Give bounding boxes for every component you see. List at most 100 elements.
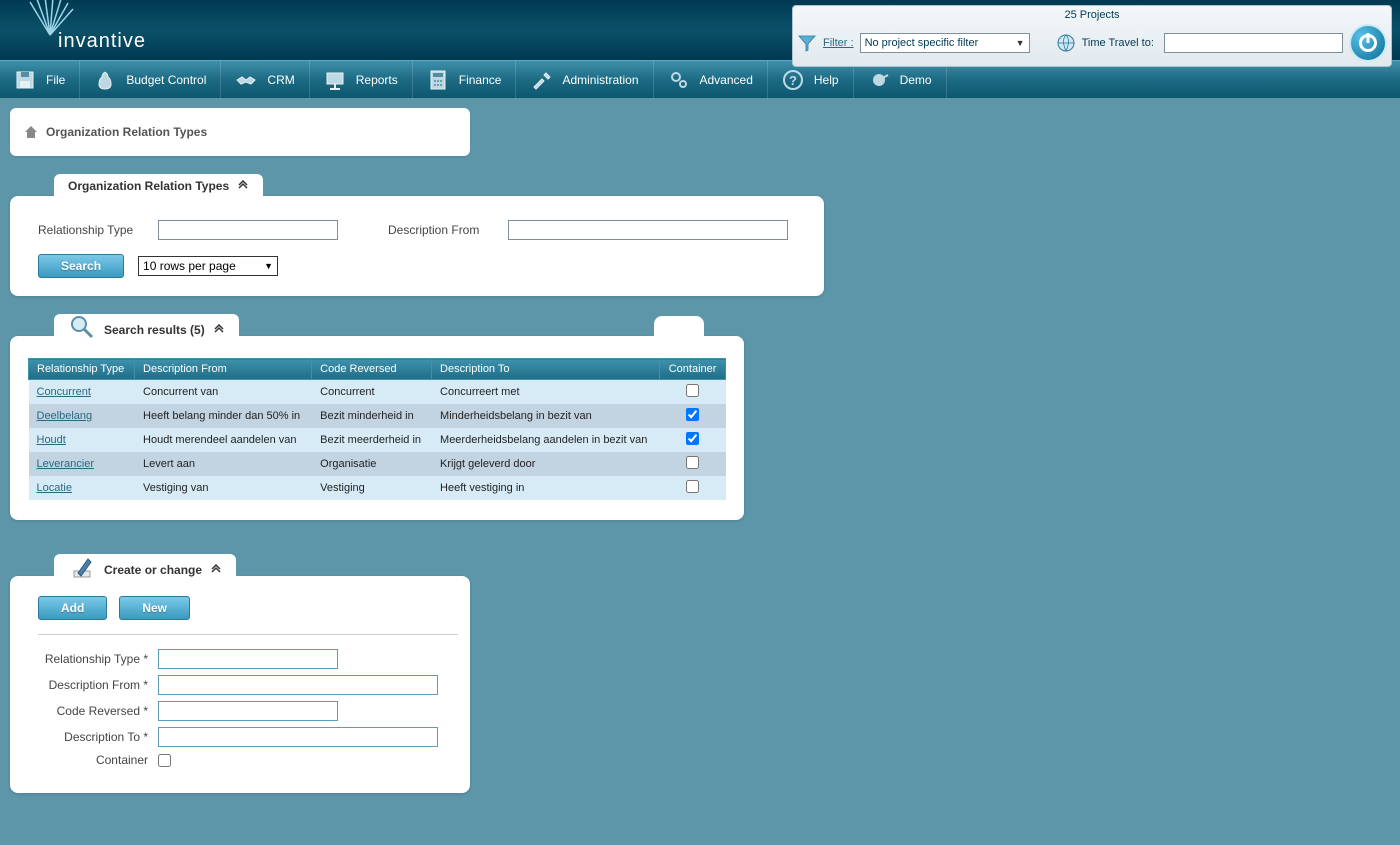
funnel-icon	[797, 33, 817, 53]
nav-file[interactable]: File	[0, 61, 80, 99]
table-row: LocatieVestiging vanVestigingHeeft vesti…	[29, 476, 726, 500]
nav-crm[interactable]: CRM	[221, 61, 309, 99]
rows-per-page-select[interactable]: 10 rows per page ▼	[138, 256, 278, 276]
cell-code-reversed: Bezit meerderheid in	[312, 428, 432, 452]
gears-icon	[668, 69, 690, 91]
col-code-reversed[interactable]: Code Reversed	[312, 359, 432, 380]
cell-container	[660, 404, 726, 428]
nav-admin[interactable]: Administration	[516, 61, 653, 99]
content-area: Organization Relation Types Organization…	[0, 98, 1400, 803]
results-panel-tab[interactable]: Search results (5)	[54, 314, 239, 344]
nav-finance[interactable]: Finance	[413, 61, 517, 99]
create-panel-tab[interactable]: Create or change	[54, 554, 236, 584]
time-travel-input[interactable]	[1164, 33, 1343, 53]
cell-relationship-type[interactable]: Leverancier	[29, 452, 135, 476]
search-panel-title: Organization Relation Types	[68, 179, 229, 193]
results-panel-title: Search results (5)	[104, 323, 205, 337]
projects-label[interactable]: 25 Projects	[795, 8, 1389, 22]
filter-select[interactable]: No project specific filter ▼	[860, 33, 1030, 53]
calculator-icon	[427, 69, 449, 91]
nav-file-label: File	[46, 73, 65, 87]
cell-container	[660, 428, 726, 452]
nav-advanced-label: Advanced	[700, 73, 753, 87]
filter-label[interactable]: Filter :	[823, 37, 854, 49]
search-panel: Organization Relation Types Relationship…	[10, 196, 824, 296]
col-description-to[interactable]: Description To	[432, 359, 660, 380]
form-code-reversed-input[interactable]	[158, 701, 338, 721]
new-button[interactable]: New	[119, 596, 190, 620]
cell-description-from: Levert aan	[135, 452, 312, 476]
nav-admin-label: Administration	[562, 73, 638, 87]
chevron-up-icon	[210, 564, 222, 576]
nav-advanced[interactable]: Advanced	[654, 61, 768, 99]
rows-per-page-value: 10 rows per page	[143, 259, 236, 273]
relationship-type-input[interactable]	[158, 220, 338, 240]
form-description-to-input[interactable]	[158, 727, 438, 747]
time-travel-label: Time Travel to:	[1082, 37, 1154, 49]
logo-text: invantive	[58, 30, 146, 53]
results-corner-tab	[654, 316, 704, 336]
form-container-checkbox[interactable]	[158, 754, 171, 767]
cell-code-reversed: Vestiging	[312, 476, 432, 500]
results-table: Relationship Type Description From Code …	[28, 358, 726, 500]
cell-code-reversed: Concurrent	[312, 380, 432, 405]
cell-relationship-type[interactable]: Houdt	[29, 428, 135, 452]
description-from-input[interactable]	[508, 220, 788, 240]
cell-description-from: Concurrent van	[135, 380, 312, 405]
magnifier-icon	[68, 313, 96, 341]
home-icon[interactable]	[24, 125, 38, 139]
form-relationship-type-label: Relationship Type *	[38, 652, 158, 666]
col-container[interactable]: Container	[660, 359, 726, 380]
power-button[interactable]	[1349, 24, 1387, 62]
cell-relationship-type[interactable]: Deelbelang	[29, 404, 135, 428]
results-header-row: Relationship Type Description From Code …	[29, 359, 726, 380]
cell-description-to: Concurreert met	[432, 380, 660, 405]
presentation-icon	[324, 69, 346, 91]
form-description-from-label: Description From *	[38, 678, 158, 692]
col-description-from[interactable]: Description From	[135, 359, 312, 380]
nav-crm-label: CRM	[267, 73, 294, 87]
cell-relationship-type[interactable]: Concurrent	[29, 380, 135, 405]
search-panel-tab[interactable]: Organization Relation Types	[54, 174, 263, 196]
breadcrumb: Organization Relation Types	[10, 108, 470, 156]
relationship-type-label: Relationship Type	[38, 223, 148, 237]
container-checkbox[interactable]	[686, 432, 699, 445]
col-relationship-type[interactable]: Relationship Type	[29, 359, 135, 380]
table-row: ConcurrentConcurrent vanConcurrentConcur…	[29, 380, 726, 405]
cell-code-reversed: Bezit minderheid in	[312, 404, 432, 428]
table-row: LeverancierLevert aanOrganisatieKrijgt g…	[29, 452, 726, 476]
container-checkbox[interactable]	[686, 480, 699, 493]
filter-select-value: No project specific filter	[865, 37, 979, 49]
cell-description-to: Heeft vestiging in	[432, 476, 660, 500]
globe-icon	[1056, 33, 1076, 53]
form-relationship-type-input[interactable]	[158, 649, 338, 669]
create-divider	[38, 634, 458, 635]
container-checkbox[interactable]	[686, 408, 699, 421]
container-checkbox[interactable]	[686, 384, 699, 397]
nav-reports[interactable]: Reports	[310, 61, 413, 99]
add-button[interactable]: Add	[38, 596, 107, 620]
container-checkbox[interactable]	[686, 456, 699, 469]
cell-description-to: Krijgt geleverd door	[432, 452, 660, 476]
moneybag-icon	[94, 69, 116, 91]
nav-budget[interactable]: Budget Control	[80, 61, 221, 99]
chevron-up-icon	[237, 180, 249, 192]
cell-container	[660, 476, 726, 500]
description-from-label: Description From	[388, 223, 498, 237]
form-description-from-input[interactable]	[158, 675, 438, 695]
create-panel: Create or change Add New Relationship Ty…	[10, 576, 470, 793]
pencil-icon	[68, 553, 96, 581]
handshake-icon	[235, 69, 257, 91]
cell-relationship-type[interactable]: Locatie	[29, 476, 135, 500]
results-panel: Search results (5) Relationship Type Des…	[10, 336, 744, 520]
nav-reports-label: Reports	[356, 73, 398, 87]
nav-help-label: Help	[814, 73, 839, 87]
cell-container	[660, 380, 726, 405]
cell-code-reversed: Organisatie	[312, 452, 432, 476]
table-row: DeelbelangHeeft belang minder dan 50% in…	[29, 404, 726, 428]
form-code-reversed-label: Code Reversed *	[38, 704, 158, 718]
tools-icon	[530, 69, 552, 91]
search-button[interactable]: Search	[38, 254, 124, 278]
cell-description-to: Minderheidsbelang in bezit van	[432, 404, 660, 428]
svg-text:?: ?	[789, 73, 797, 88]
